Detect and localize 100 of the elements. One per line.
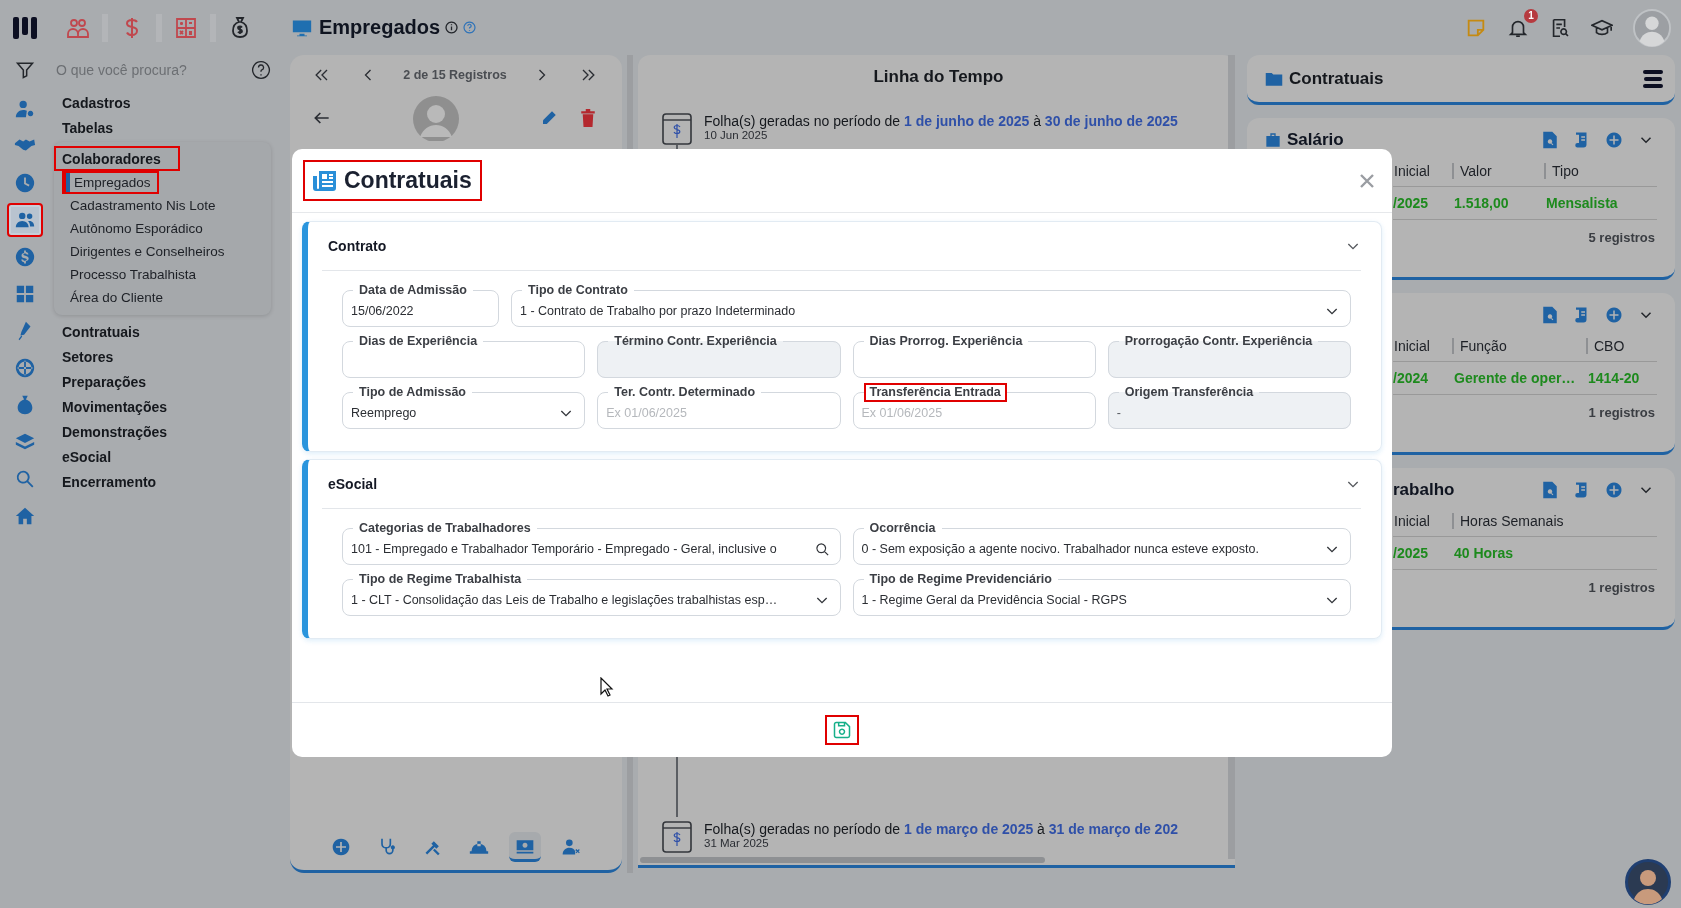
submenu-item[interactable]: Cadastramento Nis Lote — [62, 194, 224, 217]
add-icon[interactable] — [1605, 131, 1623, 149]
submenu-item[interactable]: Processo Trabalhista — [62, 263, 205, 286]
menu-item[interactable]: Preparações — [56, 369, 153, 394]
user-avatar[interactable] — [1633, 8, 1671, 47]
field-label: Data de Admissão — [358, 282, 468, 299]
record-count: 5 registros — [1587, 229, 1656, 245]
banknote-tab[interactable] — [509, 832, 541, 862]
menu-item[interactable]: Encerramento — [56, 469, 163, 494]
briefcase-icon — [1265, 132, 1281, 148]
field-value[interactable]: 0 - Sem exposição a agente nocivo. Trabalhador nunca esteve exposto. — [861, 542, 1324, 556]
table-cell-text: 1414-20 — [1587, 370, 1641, 386]
table-cell-text: Gerente de oper… — [1453, 370, 1577, 386]
panel-title: Contratuais — [1289, 68, 1385, 89]
clock-icon — [14, 172, 36, 194]
notification-badge: 1 — [1524, 8, 1538, 23]
assistant-avatar[interactable] — [1625, 859, 1671, 905]
field-value[interactable]: Ex 01/06/2025 — [606, 406, 830, 420]
submenu-item[interactable]: Dirigentes e Conselheiros — [62, 240, 233, 263]
menu-icon[interactable] — [1643, 69, 1663, 88]
column-header: Inicial — [1393, 163, 1431, 179]
field-label: Dias Prorrog. Experiência — [868, 333, 1024, 350]
column-header: Horas Semanais — [1452, 513, 1657, 529]
calculator-icon[interactable] — [174, 15, 198, 40]
input-field[interactable]: Transferência Entrada Ex 01/06/2025 — [852, 383, 1096, 429]
people-button[interactable] — [7, 203, 43, 237]
timeline-entry: Folha(s) geradas no período de 1 de junho de 2025 à 30 de junho de 2025 — [704, 113, 1178, 129]
add-icon[interactable] — [1605, 306, 1623, 324]
document-search-icon[interactable] — [1541, 306, 1559, 324]
search-icon — [14, 468, 36, 490]
card-title: rabalho — [1393, 480, 1455, 500]
table-cell-text: /2024 — [1393, 370, 1430, 386]
section-title: Contrato — [328, 238, 387, 254]
field-label: Transferência Entrada — [863, 383, 1007, 402]
help-icon[interactable] — [251, 60, 271, 80]
menu-item[interactable]: Setores — [56, 344, 120, 369]
dollar-icon — [14, 246, 36, 268]
field-value[interactable]: 1 - Regime Geral da Previdência Social - RGPS — [861, 593, 1324, 607]
search-field[interactable]: O que você procura? — [56, 62, 247, 78]
submenu-item[interactable]: Empregados — [62, 171, 159, 194]
search-icon[interactable] — [814, 541, 830, 557]
record-count: 1 registros — [1587, 404, 1656, 420]
field-label: Dias de Experiência — [358, 333, 479, 350]
field-value[interactable]: Reemprego — [351, 406, 559, 420]
dialog-title: Contratuais — [344, 167, 472, 194]
field-value[interactable]: 15/06/2022 — [351, 304, 488, 318]
logo-icon — [12, 15, 38, 40]
record-counter: 2 de 15 Registros — [403, 68, 507, 82]
timeline-date: 31 Mar 2025 — [704, 837, 770, 849]
field-label: Tipo de Admissão — [358, 384, 467, 401]
document-search-icon[interactable] — [1541, 481, 1559, 499]
field-value[interactable]: 1 - Contrato de Trabalho por prazo Indeterminado — [520, 304, 1324, 318]
crosshair-icon — [14, 357, 36, 379]
filter-icon[interactable] — [15, 60, 35, 80]
column-header: Valor — [1452, 163, 1544, 179]
payslip-icon — [662, 113, 692, 145]
menu-item[interactable]: Demonstrações — [56, 419, 174, 444]
field-value[interactable]: Ex 01/06/2025 — [861, 406, 1085, 420]
field-label: Categorias de Trabalhadores — [358, 520, 532, 537]
employee-avatar — [412, 95, 460, 141]
submenu-item[interactable]: Área do Cliente — [62, 286, 172, 309]
section-title: eSocial — [328, 476, 378, 492]
submenu-item[interactable]: Autônomo Esporádico — [62, 217, 211, 240]
menu-item[interactable]: Contratuais — [56, 319, 146, 344]
menu-item[interactable]: Movimentações — [56, 394, 174, 419]
field-label: Término Contr. Experiência — [613, 333, 778, 350]
document-search-icon[interactable] — [1541, 131, 1559, 149]
table-cell-text: 40 Horas — [1453, 545, 1515, 561]
field-value[interactable]: 1 - CLT - Consolidação das Leis de Trabalho e legislações trabalhistas esp… — [351, 593, 814, 607]
delete-icon[interactable] — [580, 109, 596, 127]
menu-item[interactable]: Colaboradores — [54, 146, 180, 171]
field-label: Ter. Contr. Determinado — [613, 384, 756, 401]
calculator-icon — [14, 283, 36, 305]
record-count: 1 registros — [1587, 579, 1656, 595]
field-label: Tipo de Regime Previdenciário — [868, 571, 1053, 588]
page-title: Empregados — [319, 16, 441, 39]
field-label: Tipo de Regime Trabalhista — [358, 571, 523, 588]
edit-icon[interactable] — [540, 109, 558, 127]
close-icon[interactable] — [1360, 173, 1374, 188]
menu-item[interactable]: Cadastros — [56, 90, 137, 115]
table-cell-text: /2025 — [1393, 195, 1430, 211]
field-label: Ocorrência — [868, 520, 937, 537]
column-header: CBO — [1586, 338, 1657, 354]
field-label: Tipo de Contrato — [527, 282, 629, 299]
timeline-date: 10 Jun 2025 — [704, 129, 769, 141]
save-button[interactable] — [825, 715, 859, 745]
column-header: Inicial — [1393, 338, 1431, 354]
timeline-entry: Folha(s) geradas no período de 1 de março de 2025 à 31 de março de 202 — [704, 821, 1178, 837]
add-icon[interactable] — [1605, 481, 1623, 499]
field-value[interactable]: 101 - Empregado e Trabalhador Temporário - Empregado - Geral, inclusive o — [351, 542, 815, 556]
card-title: Salário — [1287, 130, 1344, 150]
folder-icon — [1265, 70, 1283, 87]
info-icon[interactable] — [445, 21, 459, 34]
column-header: Inicial — [1393, 513, 1431, 529]
scrollbar[interactable] — [640, 857, 1045, 863]
menu-item[interactable]: Tabelas — [56, 115, 120, 140]
user-gear-icon — [14, 98, 36, 120]
menu-item[interactable]: eSocial — [56, 444, 118, 469]
column-header: Função — [1452, 338, 1586, 354]
cursor-icon — [600, 677, 614, 697]
